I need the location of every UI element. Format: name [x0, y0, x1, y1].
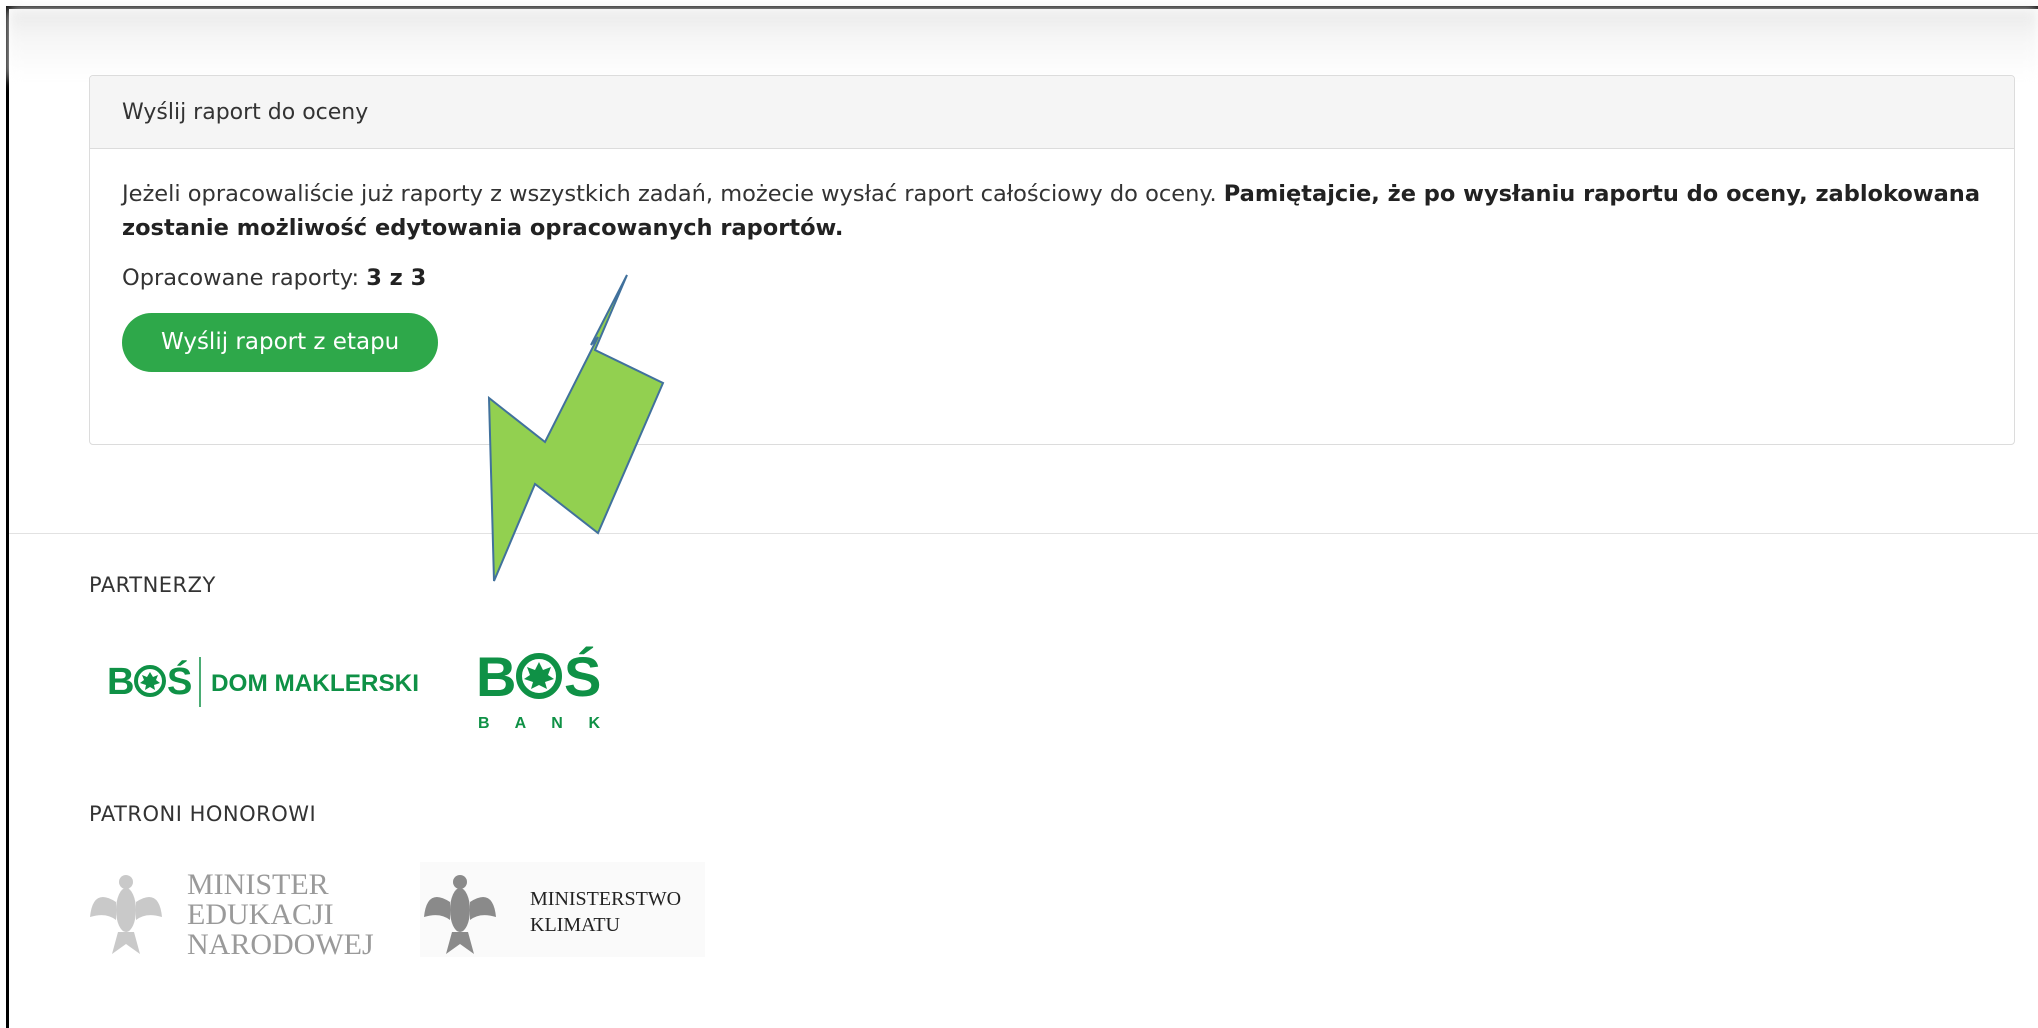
send-report-panel: Wyślij raport do oceny Jeżeli opracowali…: [89, 75, 2015, 445]
panel-description: Jeżeli opracowaliście już raporty z wszy…: [122, 181, 1217, 207]
leaf-icon: [516, 653, 562, 699]
progress-value: 3 z 3: [366, 265, 427, 291]
klimatu-line1: MINISTERSTWO: [530, 888, 681, 910]
bos-bank-letter-s: Ś: [564, 645, 601, 708]
send-report-button[interactable]: Wyślij raport z etapu: [122, 313, 439, 372]
bos-bank-letter-b: B: [476, 645, 516, 708]
report-progress: Opracowane raporty: 3 z 3: [122, 265, 1982, 291]
leaf-icon: [134, 665, 166, 697]
patrons-heading: PATRONI HONOROWI: [89, 802, 317, 826]
bank-text: B A N K: [478, 715, 600, 732]
panel-description-paragraph: Jeżeli opracowaliście już raporty z wszy…: [122, 177, 1982, 245]
footer-divider: [9, 533, 2038, 534]
minister-line2: EDUKACJI: [187, 898, 334, 931]
minister-edukacji-logo[interactable]: MINISTER EDUKACJI NARODOWEJ: [88, 862, 388, 962]
bos-dm-letter-s: Ś: [167, 659, 192, 703]
bos-dom-maklerski-logo[interactable]: B Ś DOM MAKLERSKI: [105, 645, 425, 715]
minister-line3: NARODOWEJ: [187, 928, 374, 961]
minister-line1: MINISTER: [187, 868, 329, 901]
ministerstwo-klimatu-logo[interactable]: MINISTERSTWO KLIMATU: [420, 862, 705, 957]
bos-dm-letter-b: B: [107, 661, 134, 703]
dom-maklerski-text: DOM MAKLERSKI: [211, 670, 419, 697]
panel-body: Jeżeli opracowaliście już raporty z wszy…: [90, 149, 2014, 400]
header-shadow: [9, 9, 2038, 79]
panel-title: Wyślij raport do oceny: [90, 76, 2014, 149]
klimatu-line2: KLIMATU: [530, 914, 621, 936]
progress-label: Opracowane raporty:: [122, 265, 360, 291]
bos-bank-logo[interactable]: B Ś B A N K: [474, 640, 614, 735]
partners-heading: PARTNERZY: [89, 573, 216, 597]
eagle-emblem-icon: [90, 875, 162, 954]
